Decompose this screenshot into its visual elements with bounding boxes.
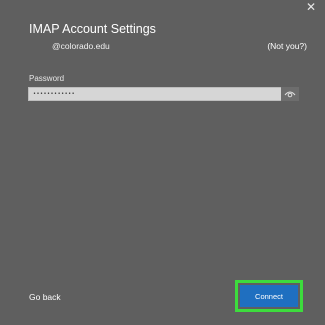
eye-icon bbox=[284, 91, 296, 98]
imap-account-settings-dialog: ✕ IMAP Account Settings @colorado.edu (N… bbox=[0, 0, 325, 325]
connect-button[interactable]: Connect bbox=[240, 285, 298, 307]
close-icon[interactable]: ✕ bbox=[303, 0, 319, 14]
password-field[interactable]: •••••••••••• bbox=[28, 87, 299, 101]
account-email: @colorado.edu bbox=[52, 41, 110, 51]
password-label: Password bbox=[29, 74, 65, 83]
not-you-link[interactable]: (Not you?) bbox=[267, 41, 307, 51]
go-back-link[interactable]: Go back bbox=[29, 292, 61, 302]
dialog-title: IMAP Account Settings bbox=[29, 22, 156, 36]
password-value: •••••••••••• bbox=[33, 91, 76, 97]
reveal-password-button[interactable] bbox=[281, 87, 299, 101]
